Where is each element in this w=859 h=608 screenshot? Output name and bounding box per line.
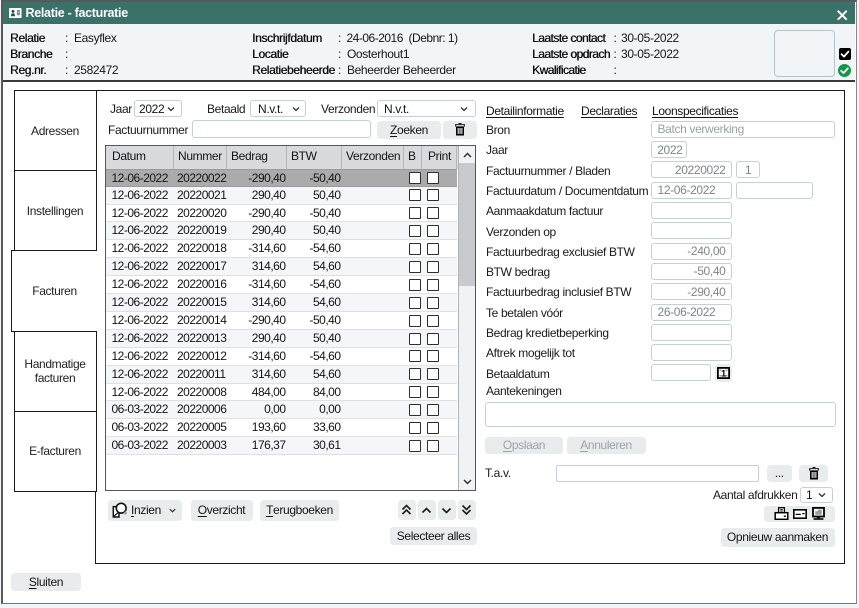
svg-text:1: 1	[721, 368, 726, 378]
